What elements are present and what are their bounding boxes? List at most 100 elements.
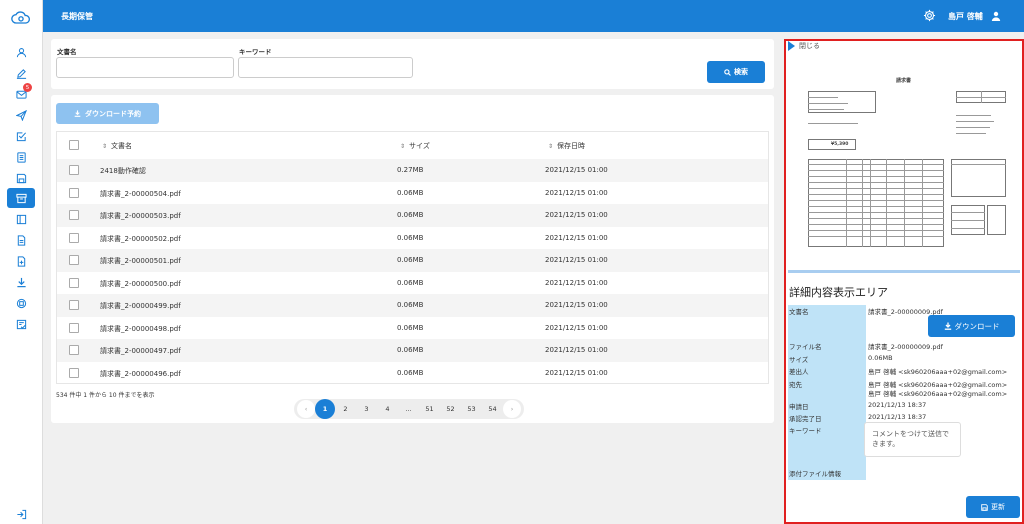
user-account-icon[interactable] [991, 11, 1001, 21]
page-button[interactable]: 52 [440, 400, 461, 418]
row-date: 2021/12/15 01:00 [545, 368, 608, 377]
gear-icon[interactable] [923, 9, 936, 22]
detail-label-sender: 差出人 [789, 368, 809, 376]
comment-input[interactable]: コメントをつけて送信できます。 [864, 422, 961, 457]
sidebar-check-square-icon[interactable] [12, 128, 30, 144]
doc-name-input[interactable] [56, 57, 234, 78]
preview-total-box: ¥5,390 [808, 139, 856, 150]
table-row[interactable]: 請求書_2-00000497.pdf 0.06MB 2021/12/15 01:00 [57, 339, 768, 362]
sidebar-file-plus-icon[interactable] [12, 253, 30, 269]
page-button[interactable]: 53 [461, 400, 482, 418]
row-checkbox[interactable] [69, 277, 79, 288]
row-checkbox[interactable] [69, 345, 79, 355]
row-checkbox[interactable] [69, 232, 79, 243]
sidebar-user-icon[interactable] [12, 44, 30, 60]
next-page-button[interactable]: › [503, 400, 521, 418]
document-preview[interactable]: 請求書 ¥5,390 [806, 73, 1006, 269]
row-doc-name[interactable]: 請求書_2-00000501.pdf [100, 256, 181, 266]
download-reserve-button[interactable]: ダウンロード予約 [56, 103, 159, 124]
sidebar-download-icon[interactable] [12, 274, 30, 290]
prev-page-button[interactable]: ‹ [297, 400, 315, 418]
table-row[interactable]: 請求書_2-00000502.pdf 0.06MB 2021/12/15 01:00 [57, 227, 768, 250]
update-button[interactable]: 更新 [966, 496, 1020, 518]
row-doc-name[interactable]: 2418動作確認 [100, 166, 146, 176]
table-row[interactable]: 請求書_2-00000501.pdf 0.06MB 2021/12/15 01:00 [57, 249, 768, 272]
update-button-label: 更新 [991, 503, 1005, 511]
column-header-date[interactable]: ⇕ 保存日時 [548, 141, 585, 151]
row-checkbox[interactable] [69, 367, 79, 378]
sidebar-stamp-icon[interactable] [12, 295, 30, 311]
sort-icon: ⇕ [548, 142, 554, 150]
logout-icon[interactable] [12, 506, 30, 522]
row-doc-name[interactable]: 請求書_2-00000502.pdf [100, 234, 181, 244]
close-panel-button[interactable]: 閉じる [788, 41, 820, 51]
select-all-checkbox[interactable] [69, 140, 79, 150]
row-doc-name[interactable]: 請求書_2-00000499.pdf [100, 301, 181, 311]
cloud-logo-icon[interactable] [11, 9, 31, 27]
table-row[interactable]: 請求書_2-00000504.pdf 0.06MB 2021/12/15 01:00 [57, 182, 768, 205]
user-name[interactable]: 島戸 啓輔 [948, 11, 983, 22]
sidebar-save-icon[interactable] [12, 170, 30, 186]
row-size: 0.06MB [397, 323, 424, 332]
column-header-size[interactable]: ⇕ サイズ [400, 141, 430, 151]
page-button[interactable]: 1 [315, 399, 335, 419]
row-checkbox[interactable] [69, 210, 79, 220]
detail-value-recipient-2: 島戸 啓輔 <sk960206aaa+02@gmail.com> [868, 390, 1008, 398]
column-size-label: サイズ [409, 142, 430, 150]
detail-label-file-name: ファイル名 [789, 343, 822, 351]
detail-label-size: サイズ [789, 356, 809, 364]
row-size: 0.06MB [397, 188, 424, 197]
row-date: 2021/12/15 01:00 [545, 166, 608, 174]
close-label: 閉じる [799, 42, 820, 50]
sidebar-file-icon[interactable] [12, 232, 30, 248]
row-checkbox[interactable] [69, 300, 79, 310]
table-row[interactable]: 請求書_2-00000499.pdf 0.06MB 2021/12/15 01:00 [57, 294, 768, 317]
keyword-input[interactable] [238, 57, 413, 78]
detail-panel: 閉じる 請求書 ¥5,390 詳細内容表示エリア 文書名 請求書_2-00000… [784, 39, 1024, 524]
row-checkbox[interactable] [69, 322, 79, 333]
detail-label-recipient: 宛先 [789, 381, 802, 389]
page-button[interactable]: 4 [377, 400, 398, 418]
preview-side-box [987, 205, 1006, 235]
row-date: 2021/12/15 01:00 [545, 323, 608, 332]
document-list-panel: ダウンロード予約 ⇕ 文書名 ⇕ サイズ ⇕ 保存日時 2418動作確認 0.27… [51, 95, 774, 423]
sidebar-pencil-icon[interactable] [12, 65, 30, 81]
column-header-name[interactable]: ⇕ 文書名 [102, 141, 132, 151]
table-row[interactable]: 請求書_2-00000496.pdf 0.06MB 2021/12/15 01:00 [57, 362, 768, 385]
document-table: ⇕ 文書名 ⇕ サイズ ⇕ 保存日時 2418動作確認 0.27MB 2021/12… [56, 131, 769, 384]
page-button[interactable]: 51 [419, 400, 440, 418]
row-date: 2021/12/15 01:00 [545, 346, 608, 354]
sidebar-mail-icon[interactable]: 5 [12, 83, 32, 102]
row-size: 0.06MB [397, 301, 424, 309]
row-checkbox[interactable] [69, 187, 79, 198]
sidebar-send-icon[interactable] [12, 107, 30, 123]
row-checkbox[interactable] [69, 165, 79, 175]
preview-remarks-box [951, 159, 1006, 197]
sidebar-archive-icon[interactable] [7, 188, 35, 208]
row-size: 0.06MB [397, 211, 424, 219]
download-button[interactable]: ダウンロード [928, 315, 1015, 337]
sort-icon: ⇕ [400, 142, 406, 150]
header-bar: 長期保管 島戸 啓輔 [43, 0, 1024, 32]
row-doc-name[interactable]: 請求書_2-00000498.pdf [100, 324, 181, 334]
page-button[interactable]: 54 [482, 400, 503, 418]
table-row[interactable]: 2418動作確認 0.27MB 2021/12/15 01:00 [57, 159, 768, 182]
row-doc-name[interactable]: 請求書_2-00000504.pdf [100, 189, 181, 199]
page-button[interactable]: 3 [356, 400, 377, 418]
row-doc-name[interactable]: 請求書_2-00000496.pdf [100, 369, 181, 379]
table-row[interactable]: 請求書_2-00000503.pdf 0.06MB 2021/12/15 01:00 [57, 204, 768, 227]
row-doc-name[interactable]: 請求書_2-00000503.pdf [100, 211, 181, 221]
search-button[interactable]: 検索 [707, 61, 765, 83]
table-row[interactable]: 請求書_2-00000498.pdf 0.06MB 2021/12/15 01:00 [57, 317, 768, 340]
row-checkbox[interactable] [69, 255, 79, 265]
row-date: 2021/12/15 01:00 [545, 301, 608, 309]
page-button[interactable]: 2 [335, 400, 356, 418]
column-name-label: 文書名 [111, 142, 133, 150]
table-row[interactable]: 請求書_2-00000500.pdf 0.06MB 2021/12/15 01:00 [57, 272, 768, 295]
row-doc-name[interactable]: 請求書_2-00000497.pdf [100, 346, 181, 356]
sidebar-layout-icon[interactable] [12, 211, 30, 227]
row-doc-name[interactable]: 請求書_2-00000500.pdf [100, 279, 181, 289]
sidebar-list-icon[interactable] [12, 149, 30, 165]
sidebar-document-check-icon[interactable] [12, 316, 30, 332]
detail-label-keyword: キーワード [789, 427, 822, 435]
